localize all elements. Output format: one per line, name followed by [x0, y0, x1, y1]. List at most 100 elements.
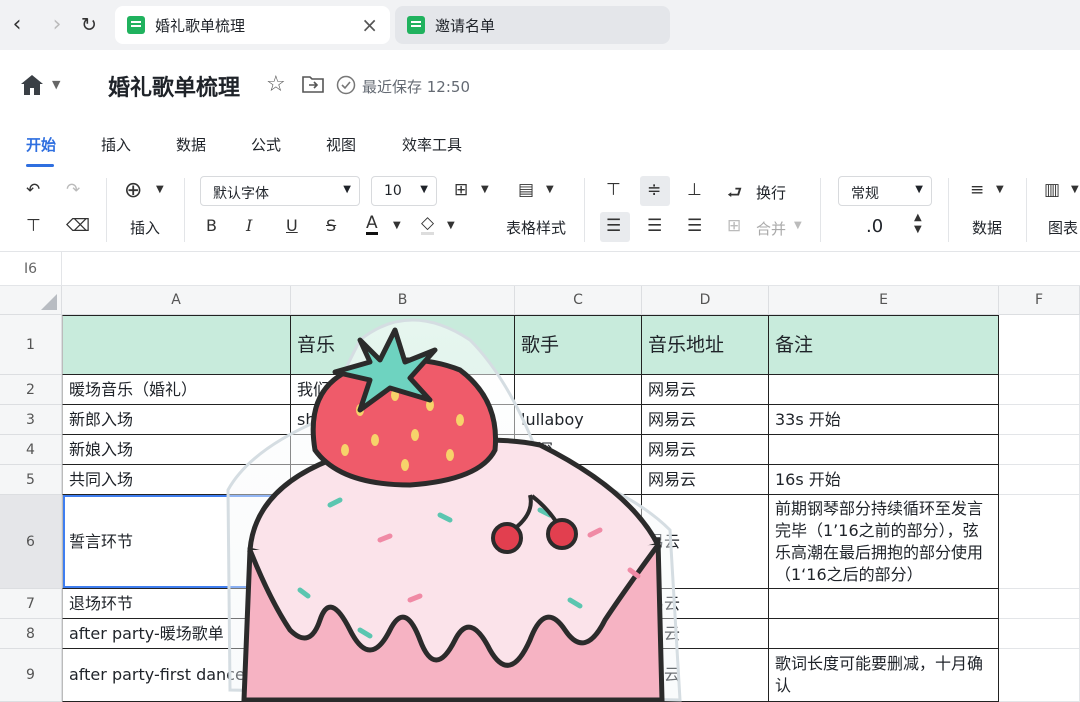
merge-label[interactable]: 合并 — [756, 218, 786, 239]
table-cell[interactable]: 易云 — [642, 495, 769, 589]
data-filter-icon[interactable]: ≡ — [970, 180, 984, 200]
align-right-icon[interactable]: ☰ — [687, 216, 702, 236]
table-cell[interactable] — [515, 375, 642, 405]
column-header[interactable]: A — [62, 286, 291, 315]
table-cell[interactable]: 歌词长度可能要删减，十月确认 — [769, 649, 999, 702]
table-cell[interactable]: after party-first dance — [62, 649, 291, 702]
table-cell[interactable] — [999, 315, 1080, 375]
table-cell[interactable] — [999, 495, 1080, 589]
table-cell[interactable] — [515, 619, 642, 649]
align-bottom-icon[interactable]: ⊥ — [687, 180, 702, 200]
fill-color-icon[interactable]: ◇ — [421, 214, 435, 235]
decimal-stepper-icon[interactable]: ▲ ▼ — [914, 212, 922, 236]
table-cell[interactable] — [515, 589, 642, 619]
table-cell[interactable] — [291, 649, 515, 702]
table-cell[interactable] — [999, 435, 1080, 465]
header-cell[interactable] — [62, 315, 291, 375]
chevron-down-icon[interactable]: ▼ — [996, 184, 1004, 195]
table-cell[interactable] — [999, 619, 1080, 649]
row-header[interactable]: 1 — [0, 315, 62, 375]
table-cell[interactable]: 退场环节 — [62, 589, 291, 619]
table-cell[interactable] — [769, 589, 999, 619]
column-header[interactable]: F — [999, 286, 1080, 315]
table-cell[interactable]: 新娘入场 — [62, 435, 291, 465]
column-header[interactable]: C — [515, 286, 642, 315]
header-cell[interactable]: 音乐地址 — [642, 315, 769, 375]
column-header[interactable]: E — [769, 286, 999, 315]
table-cell[interactable]: 网易云 — [642, 375, 769, 405]
align-center-icon[interactable]: ☰ — [647, 216, 662, 236]
table-cell[interactable] — [999, 405, 1080, 435]
data-label[interactable]: 数据 — [972, 217, 1002, 238]
table-cell[interactable]: 易云 — [642, 619, 769, 649]
tab-invite-list[interactable]: 邀请名单 — [395, 6, 670, 44]
row-header[interactable]: 2 — [0, 375, 62, 405]
table-cell[interactable] — [515, 465, 642, 495]
forward-icon[interactable]: › — [46, 12, 68, 38]
chevron-down-icon[interactable]: ▼ — [52, 78, 60, 91]
chevron-down-icon[interactable]: ▼ — [1071, 184, 1079, 195]
undo-icon[interactable]: ↶ — [26, 180, 40, 200]
row-header[interactable]: 9 — [0, 649, 62, 702]
menu-insert[interactable]: 插入 — [101, 134, 131, 155]
home-icon[interactable] — [20, 74, 44, 96]
select-all-corner[interactable] — [0, 286, 62, 315]
table-cell[interactable]: 33s 开始 — [769, 405, 999, 435]
table-cell[interactable]: 共同入场 — [62, 465, 291, 495]
merge-icon[interactable]: ⊞ — [727, 216, 741, 236]
row-header[interactable]: 6 — [0, 495, 62, 589]
insert-label[interactable]: 插入 — [130, 217, 160, 238]
table-cell[interactable]: 网易云 — [642, 435, 769, 465]
table-cell[interactable] — [291, 435, 515, 465]
table-cell[interactable]: sh — [291, 405, 515, 435]
table-cell[interactable] — [291, 495, 515, 589]
table-cell[interactable]: 易云 — [642, 589, 769, 619]
table-cell[interactable]: 我们 — [291, 375, 515, 405]
menu-formula[interactable]: 公式 — [251, 134, 281, 155]
row-header[interactable]: 3 — [0, 405, 62, 435]
star-icon[interactable]: ☆ — [266, 72, 286, 97]
table-cell[interactable] — [515, 649, 642, 702]
menu-efficiency-tools[interactable]: 效率工具 — [402, 134, 462, 155]
table-cell[interactable] — [291, 465, 515, 495]
table-cell[interactable]: 前期钢琴部分持续循环至发言完毕（1’16之前的部分），弦乐高潮在最后拥抱的部分使… — [769, 495, 999, 589]
tab-wedding-playlist[interactable]: 婚礼歌单梳理 × — [115, 6, 390, 44]
table-cell[interactable]: 16s 开始 — [769, 465, 999, 495]
chart-label[interactable]: 图表 — [1048, 217, 1078, 238]
chart-icon[interactable]: ▥ — [1044, 180, 1060, 200]
align-left-icon[interactable]: ☰ — [606, 216, 621, 236]
menu-view[interactable]: 视图 — [326, 134, 356, 155]
table-cell[interactable]: 暖场音乐（婚礼） — [62, 375, 291, 405]
chevron-down-icon[interactable]: ▼ — [393, 220, 401, 231]
align-top-icon[interactable]: ⊤ — [606, 180, 621, 200]
eraser-icon[interactable]: ⌫ — [66, 216, 90, 236]
chevron-down-icon[interactable]: ▼ — [447, 220, 455, 231]
table-cell[interactable] — [769, 375, 999, 405]
bold-icon[interactable]: B — [206, 216, 217, 235]
wrap-icon[interactable]: ⮐ — [727, 180, 742, 209]
chevron-down-icon[interactable]: ▼ — [156, 184, 164, 195]
chevron-down-icon[interactable]: ▼ — [794, 220, 802, 231]
table-cell[interactable] — [291, 589, 515, 619]
chevron-down-icon[interactable]: ▼ — [546, 184, 554, 195]
back-icon[interactable]: ‹ — [6, 12, 28, 38]
table-cell[interactable] — [769, 435, 999, 465]
row-header[interactable]: 7 — [0, 589, 62, 619]
page-title[interactable]: 婚礼歌单梳理 — [108, 70, 240, 102]
underline-icon[interactable]: U — [286, 216, 298, 235]
table-style-label[interactable]: 表格样式 — [506, 217, 566, 238]
table-cell[interactable]: 新郎入场 — [62, 405, 291, 435]
strikethrough-icon[interactable]: S — [326, 216, 336, 235]
menu-home[interactable]: 开始 — [26, 134, 56, 155]
header-cell[interactable]: 音乐 — [291, 315, 515, 375]
table-cell[interactable] — [291, 619, 515, 649]
table-cell[interactable]: 网易云 — [642, 405, 769, 435]
table-cell[interactable]: 誓言环节 — [62, 495, 291, 589]
move-folder-icon[interactable] — [302, 75, 324, 93]
chevron-down-icon[interactable]: ▼ — [481, 184, 489, 195]
menu-data[interactable]: 数据 — [176, 134, 206, 155]
table-cell[interactable] — [999, 465, 1080, 495]
number-format-select[interactable]: 常规 ▼ — [838, 176, 932, 206]
cell-reference[interactable]: I6 — [0, 252, 62, 286]
header-cell[interactable]: 备注 — [769, 315, 999, 375]
